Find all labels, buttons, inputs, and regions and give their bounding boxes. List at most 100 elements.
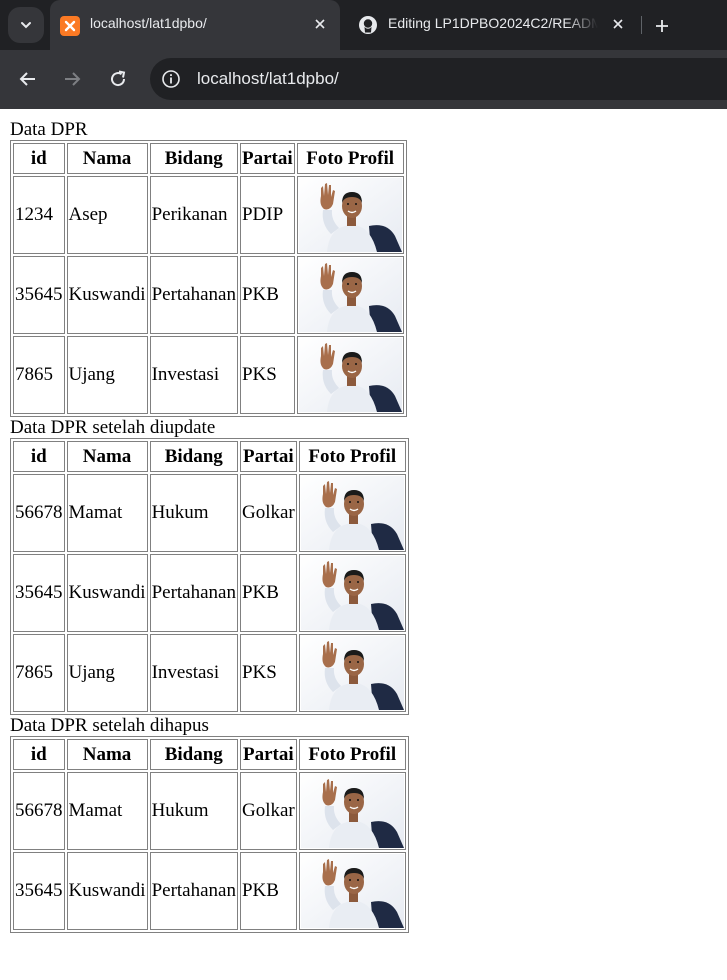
cell-nama: Mamat [66, 772, 148, 850]
table-row: 35645 Kuswandi Pertahanan PKB [13, 852, 406, 930]
reload-button[interactable] [106, 67, 130, 91]
cell-bidang: Pertahanan [149, 554, 238, 632]
column-header: Nama [66, 441, 148, 472]
cell-foto-profil [298, 474, 406, 552]
cell-bidang: Perikanan [149, 176, 238, 254]
profile-photo [301, 636, 404, 710]
toolbar: localhost/lat1dpbo/ [0, 50, 727, 109]
cell-bidang: Hukum [149, 772, 238, 850]
cell-partai: PKB [239, 256, 295, 334]
table-caption: Data DPR [10, 119, 88, 140]
browser-chrome: localhost/lat1dpbo/ Editing LP1DPBO2024C… [0, 0, 727, 109]
column-header: Bidang [149, 143, 238, 174]
cell-foto-profil [298, 634, 406, 712]
table-row: 7865 Ujang Investasi PKS [13, 634, 406, 712]
profile-photo [299, 178, 402, 252]
column-header: Partai [239, 143, 295, 174]
column-header: id [13, 441, 65, 472]
tab-search-button[interactable] [8, 7, 44, 43]
arrow-right-icon [65, 72, 81, 86]
cell-partai: Golkar [239, 772, 297, 850]
tab-separator [641, 16, 642, 34]
forward-button[interactable] [60, 67, 84, 91]
table-header-row: id Nama Bidang Partai Foto Profil [13, 143, 404, 174]
cell-partai: PKB [239, 852, 297, 930]
tab-github-editing[interactable]: Editing LP1DPBO2024C2/README.md [346, 0, 636, 50]
profile-photo [299, 258, 402, 332]
profile-photo [301, 774, 404, 848]
cell-id: 7865 [13, 336, 65, 414]
close-icon[interactable] [608, 14, 628, 34]
cell-id: 7865 [13, 634, 65, 712]
dpr-table: id Nama Bidang Partai Foto Profil 56678 Mamat H… [10, 438, 409, 715]
profile-photo [301, 476, 404, 550]
cell-partai: PKS [239, 336, 295, 414]
cell-partai: PKB [239, 554, 297, 632]
cell-id: 35645 [13, 852, 65, 930]
cell-id: 1234 [13, 176, 65, 254]
column-header: Nama [66, 739, 148, 770]
table-caption: Data DPR setelah diupdate [10, 417, 216, 438]
cell-bidang: Investasi [149, 336, 238, 414]
info-icon[interactable] [160, 68, 182, 90]
cell-bidang: Hukum [149, 474, 238, 552]
table-row: 56678 Mamat Hukum Golkar [13, 772, 406, 850]
cell-nama: Asep [66, 176, 148, 254]
cell-id: 35645 [13, 554, 65, 632]
close-icon[interactable] [310, 14, 330, 34]
cell-partai: Golkar [239, 474, 297, 552]
cell-nama: Kuswandi [66, 554, 148, 632]
table-header-row: id Nama Bidang Partai Foto Profil [13, 441, 406, 472]
cell-id: 56678 [13, 474, 65, 552]
column-header: Nama [66, 143, 148, 174]
profile-photo [301, 854, 404, 928]
column-header: Partai [239, 441, 297, 472]
column-header: Foto Profil [296, 143, 404, 174]
column-header: Bidang [149, 441, 238, 472]
dpr-table: id Nama Bidang Partai Foto Profil 56678 Mamat H… [10, 736, 409, 933]
cell-bidang: Investasi [149, 634, 238, 712]
cell-id: 35645 [13, 256, 65, 334]
cell-partai: PDIP [239, 176, 295, 254]
address-bar[interactable]: localhost/lat1dpbo/ [150, 58, 727, 100]
page-content: Data DPR id Nama Bidang Partai Foto Profil 123… [10, 109, 409, 933]
cell-foto-profil [296, 336, 404, 414]
column-header: Foto Profil [298, 739, 406, 770]
tab-localhost[interactable]: localhost/lat1dpbo/ [50, 0, 340, 50]
profile-photo [299, 338, 402, 412]
cell-id: 56678 [13, 772, 65, 850]
column-header: Partai [239, 739, 297, 770]
chevron-down-icon [21, 22, 31, 29]
cell-nama: Kuswandi [66, 852, 148, 930]
tab-title: localhost/lat1dpbo/ [90, 15, 207, 31]
cell-foto-profil [298, 554, 406, 632]
column-header: id [13, 739, 65, 770]
cell-nama: Kuswandi [66, 256, 148, 334]
arrow-left-icon [19, 72, 35, 86]
back-button[interactable] [16, 67, 40, 91]
cell-bidang: Pertahanan [149, 256, 238, 334]
reload-icon [111, 70, 126, 87]
cell-nama: Ujang [66, 336, 148, 414]
profile-photo [301, 556, 404, 630]
new-tab-button[interactable] [650, 14, 674, 38]
plus-icon [656, 20, 668, 32]
github-icon [358, 15, 378, 35]
url-text: localhost/lat1dpbo/ [197, 69, 339, 88]
tab-title: Editing LP1DPBO2024C2/README.md [388, 15, 598, 31]
cell-partai: PKS [239, 634, 297, 712]
xampp-icon [60, 16, 80, 36]
dpr-table: id Nama Bidang Partai Foto Profil 1234 Asep Per… [10, 140, 407, 417]
cell-foto-profil [298, 852, 406, 930]
cell-foto-profil [298, 772, 406, 850]
column-header: Bidang [149, 739, 238, 770]
table-header-row: id Nama Bidang Partai Foto Profil [13, 739, 406, 770]
cell-nama: Ujang [66, 634, 148, 712]
table-row: 35645 Kuswandi Pertahanan PKB [13, 256, 404, 334]
column-header: Foto Profil [298, 441, 406, 472]
table-row: 35645 Kuswandi Pertahanan PKB [13, 554, 406, 632]
cell-foto-profil [296, 256, 404, 334]
tab-strip: localhost/lat1dpbo/ Editing LP1DPBO2024C… [0, 0, 727, 50]
table-row: 56678 Mamat Hukum Golkar [13, 474, 406, 552]
column-header: id [13, 143, 65, 174]
